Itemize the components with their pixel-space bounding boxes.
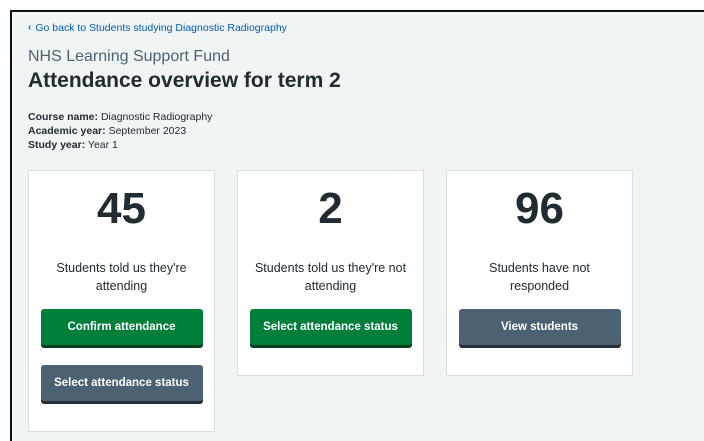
academic-year-label: Academic year: xyxy=(28,125,106,137)
not-attending-description: Students told us they're not attending xyxy=(254,261,407,293)
back-link-label: Go back to Students studying Diagnostic … xyxy=(35,22,287,34)
not-responded-count: 96 xyxy=(515,184,564,233)
confirm-attendance-button[interactable]: Confirm attendance xyxy=(40,309,203,345)
select-attendance-status-button[interactable]: Select attendance status xyxy=(40,365,203,401)
page-frame: ‹ Go back to Students studying Diagnosti… xyxy=(10,10,704,441)
course-name-value: Diagnostic Radiography xyxy=(100,111,213,123)
not-responded-description: Students have not responded xyxy=(489,261,590,293)
study-year-label: Study year: xyxy=(28,139,86,151)
academic-year-value: September 2023 xyxy=(108,125,187,137)
course-name-label: Course name: xyxy=(28,111,99,123)
attending-description: Students told us they're attending xyxy=(56,261,187,293)
back-link[interactable]: ‹ Go back to Students studying Diagnosti… xyxy=(28,22,287,34)
page-title: Attendance overview for term 2 xyxy=(28,69,341,92)
attending-count: 45 xyxy=(97,184,146,233)
chevron-left-icon: ‹ xyxy=(28,22,32,33)
page-caption: NHS Learning Support Fund xyxy=(28,48,230,65)
not-attending-card: 2 Students told us they're not attending… xyxy=(237,170,424,376)
not-attending-count: 2 xyxy=(318,184,343,233)
view-students-button[interactable]: View students xyxy=(458,309,621,345)
course-name-row: Course name: Diagnostic Radiography xyxy=(28,110,212,124)
study-year-row: Study year: Year 1 xyxy=(28,138,212,152)
select-attendance-status-button[interactable]: Select attendance status xyxy=(249,309,412,345)
study-year-value: Year 1 xyxy=(87,139,118,151)
attending-card: 45 Students told us they're attending Co… xyxy=(28,170,215,432)
not-responded-card: 96 Students have not responded View stud… xyxy=(446,170,633,376)
academic-year-row: Academic year: September 2023 xyxy=(28,124,212,138)
course-details: Course name: Diagnostic Radiography Acad… xyxy=(28,110,212,152)
